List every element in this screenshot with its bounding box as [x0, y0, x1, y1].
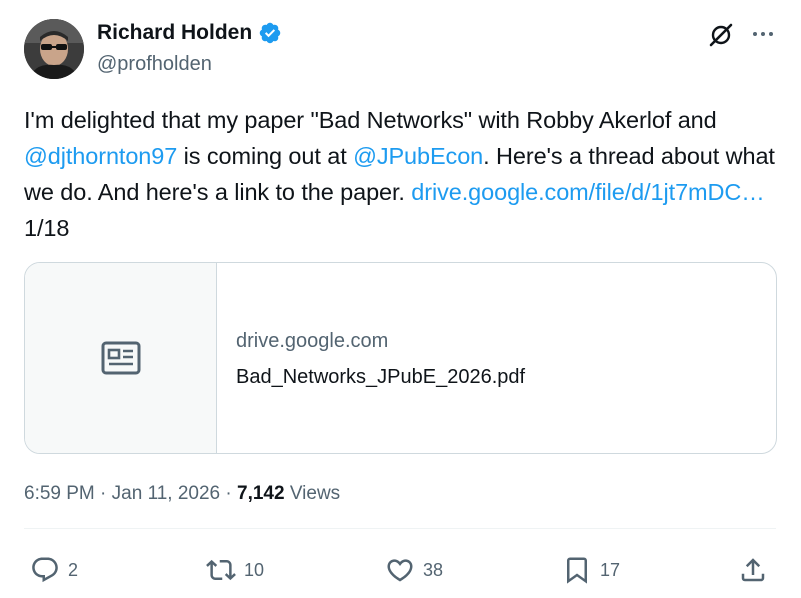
- more-options-icon[interactable]: [750, 21, 776, 47]
- card-domain: drive.google.com: [236, 330, 389, 352]
- like-button[interactable]: 38: [385, 555, 443, 585]
- link-preview-card[interactable]: drive.google.com Bad_Networks_JPubE_2026…: [24, 262, 777, 454]
- avatar-photo: [24, 19, 84, 79]
- card-title: Bad_Networks_JPubE_2026.pdf: [236, 366, 526, 388]
- views-label: Views: [284, 483, 341, 504]
- meta-separator: ·: [94, 483, 112, 504]
- mention-link[interactable]: @JPubEcon: [353, 143, 483, 169]
- retweet-icon: [206, 559, 236, 581]
- divider: [24, 528, 776, 529]
- tweet-text-segment: is coming out at: [177, 143, 354, 169]
- tweet-text: I'm delighted that my paper "Bad Network…: [24, 102, 776, 246]
- avatar[interactable]: [24, 19, 84, 79]
- retweet-button[interactable]: 10: [206, 555, 264, 585]
- tweet-meta: 6:59 PM · Jan 11, 2026 · 7,142 Views: [24, 483, 340, 505]
- tweet-time[interactable]: 6:59 PM: [24, 483, 95, 504]
- share-icon: [741, 558, 765, 582]
- article-icon: [101, 341, 140, 375]
- heart-icon: [387, 559, 413, 582]
- bookmark-count: 17: [600, 559, 621, 580]
- mention-link[interactable]: @djthornton97: [24, 143, 177, 169]
- reply-icon: [32, 557, 58, 583]
- card-thumbnail: [25, 263, 217, 453]
- paper-link[interactable]: drive.google.com/file/d/1jt7mDC…: [411, 179, 764, 205]
- views-count: 7,142: [237, 483, 285, 504]
- author-handle[interactable]: @profholden: [97, 53, 212, 76]
- bookmark-button[interactable]: 17: [562, 555, 620, 585]
- verified-badge-icon[interactable]: [258, 21, 282, 45]
- tweet-text-segment: I'm delighted that my paper "Bad Network…: [24, 107, 717, 133]
- reply-count: 2: [68, 559, 79, 580]
- author-name[interactable]: Richard Holden: [97, 21, 252, 45]
- tweet-date[interactable]: Jan 11, 2026: [112, 483, 220, 504]
- share-button[interactable]: [738, 555, 768, 585]
- grok-icon[interactable]: [708, 22, 734, 48]
- bookmark-icon: [567, 557, 587, 584]
- author-name-row[interactable]: Richard Holden: [97, 21, 282, 45]
- reply-button[interactable]: 2: [30, 555, 78, 585]
- meta-separator: ·: [220, 483, 238, 504]
- like-count: 38: [423, 559, 444, 580]
- retweet-count: 10: [244, 559, 265, 580]
- tweet-text-segment: 1/18: [24, 215, 70, 241]
